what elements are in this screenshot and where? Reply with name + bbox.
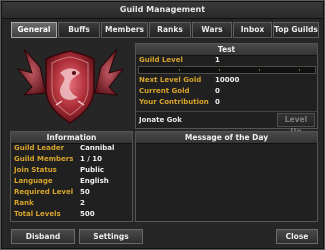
next-level-gold-value: 10000 xyxy=(215,76,240,84)
settings-button[interactable]: Settings xyxy=(79,229,143,244)
progress-tick xyxy=(299,69,300,71)
info-label: Total Levels xyxy=(14,210,61,218)
tab-ranks[interactable]: Ranks xyxy=(149,22,191,38)
info-row-total-levels: Total Levels 500 xyxy=(11,210,132,219)
guild-level-value: 1 xyxy=(215,56,220,64)
current-gold-label: Current Gold xyxy=(139,87,190,95)
info-label: Required Level xyxy=(14,188,74,196)
info-label: Guild Members xyxy=(14,155,74,163)
player-name-row: Jonate Gok xyxy=(136,116,266,125)
current-gold-row: Current Gold 0 xyxy=(136,87,317,96)
tab-top-guilds[interactable]: Top Guilds xyxy=(273,22,319,38)
dragon-shield-emblem-icon xyxy=(16,48,125,124)
tab-general[interactable]: General xyxy=(11,22,57,38)
info-value: Public xyxy=(80,166,105,174)
level-up-button[interactable]: Level Up xyxy=(277,113,315,136)
info-label: Join Status xyxy=(14,166,57,174)
your-contribution-value: 0 xyxy=(215,98,220,106)
guild-level-row: Guild Level 1 xyxy=(136,56,317,65)
tab-members[interactable]: Members xyxy=(101,22,148,38)
guild-name-header: Test xyxy=(136,44,317,56)
your-contribution-row: Your Contribution 0 xyxy=(136,98,317,107)
guild-emblem-area xyxy=(10,43,131,129)
tab-buffs[interactable]: Buffs xyxy=(58,22,100,38)
your-contribution-label: Your Contribution xyxy=(139,98,209,106)
tab-inbox[interactable]: Inbox xyxy=(233,22,272,38)
info-label: Language xyxy=(14,177,53,185)
progress-tick xyxy=(219,69,220,71)
info-value: 2 xyxy=(80,199,85,207)
current-gold-value: 0 xyxy=(215,87,220,95)
info-value: English xyxy=(80,177,109,185)
progress-tick xyxy=(179,69,180,71)
message-of-the-day-panel: Message of the Day xyxy=(135,131,318,222)
info-row-language: Language English xyxy=(11,177,132,186)
guild-level-label: Guild Level xyxy=(139,56,183,64)
info-label: Guild Leader xyxy=(14,144,65,152)
tab-wars[interactable]: Wars xyxy=(192,22,232,38)
motd-header: Message of the Day xyxy=(136,132,317,144)
information-header: Information xyxy=(11,132,132,144)
info-value: 50 xyxy=(80,188,90,196)
info-label: Rank xyxy=(14,199,34,207)
next-level-gold-row: Next Level Gold 10000 xyxy=(136,76,317,85)
close-button[interactable]: Close xyxy=(276,229,318,244)
window-title: Guild Management xyxy=(2,2,323,19)
info-row-required-level: Required Level 50 xyxy=(11,188,132,197)
info-value: Cannibal xyxy=(80,144,115,152)
progress-tick xyxy=(259,69,260,71)
information-panel: Information Guild Leader Cannibal Guild … xyxy=(10,131,133,222)
info-row-guild-leader: Guild Leader Cannibal xyxy=(11,144,132,153)
guild-level-progress-bar xyxy=(138,66,316,74)
info-row-guild-members: Guild Members 1 / 10 xyxy=(11,155,132,164)
disband-button[interactable]: Disband xyxy=(11,229,75,244)
info-value: 500 xyxy=(80,210,95,218)
motd-text[interactable] xyxy=(139,146,314,218)
info-value: 1 / 10 xyxy=(80,155,103,163)
player-name: Jonate Gok xyxy=(139,116,182,124)
info-row-rank: Rank 2 xyxy=(11,199,132,208)
guild-status-panel: Test Guild Level 1 Next Level Gold 10000… xyxy=(135,43,318,136)
info-row-join-status: Join Status Public xyxy=(11,166,132,175)
divider xyxy=(136,111,317,112)
guild-management-window: Guild Management General Buffs Members R… xyxy=(0,0,325,250)
next-level-gold-label: Next Level Gold xyxy=(139,76,202,84)
